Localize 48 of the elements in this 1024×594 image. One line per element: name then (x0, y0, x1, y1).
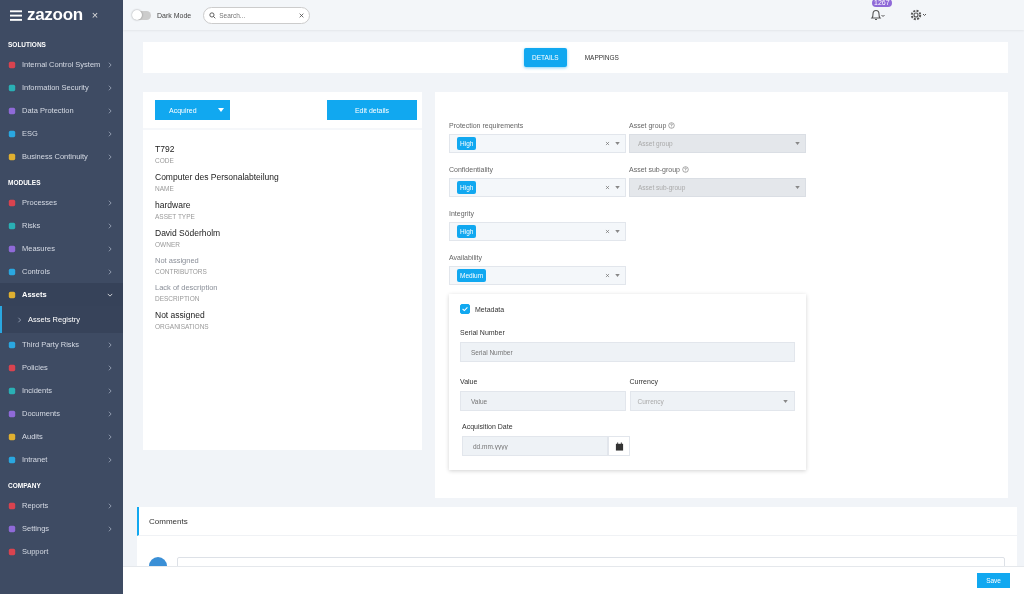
close-icon[interactable]: × (91, 9, 99, 21)
chevron-right-icon (107, 130, 113, 137)
calendar-button[interactable] (608, 436, 630, 456)
chevron-right-icon (107, 525, 113, 532)
clear-icon[interactable] (605, 273, 610, 278)
chevron-right-icon (107, 341, 113, 348)
caret-icon (615, 186, 620, 189)
caret-icon (615, 230, 620, 233)
search-icon (209, 11, 217, 19)
menu-icon[interactable] (10, 9, 22, 21)
chevron-right-icon (17, 316, 22, 323)
chevron-right-icon (107, 107, 113, 114)
chevron-right-icon (107, 456, 113, 463)
chevron-right-icon (107, 153, 113, 160)
chevron-right-icon (107, 199, 113, 206)
clear-icon[interactable] (605, 185, 610, 190)
chevron-right-icon (107, 222, 113, 229)
caret-icon (615, 274, 620, 277)
chevron-right-icon (107, 364, 113, 371)
chevron-right-icon (107, 410, 113, 417)
settings-icon[interactable] (909, 8, 929, 22)
bell-icon[interactable] (869, 8, 885, 22)
field-value: David Söderholm (155, 228, 221, 238)
caret-icon (783, 399, 788, 403)
chevron-right-icon (107, 245, 113, 252)
clear-icon[interactable] (605, 229, 610, 234)
field-value: Computer des Personalabteilung (155, 172, 279, 182)
chevron-right-icon (107, 502, 113, 509)
dark-mode-toggle[interactable] (133, 10, 151, 20)
clear-icon[interactable] (605, 141, 610, 146)
logo: zazoon (27, 5, 83, 25)
field-value: T792 (155, 144, 175, 154)
chevron-right-icon (107, 387, 113, 394)
chevron-right-icon (107, 268, 113, 275)
clear-icon[interactable] (299, 12, 305, 18)
section-title: Comments (149, 516, 188, 526)
caret-icon (218, 108, 224, 112)
chevron-right-icon (107, 84, 113, 91)
chevron-right-icon (107, 61, 113, 68)
field-value: hardware (155, 200, 191, 210)
field-value: Not assigned (155, 310, 205, 320)
chevron-right-icon (107, 433, 113, 440)
caret-icon (795, 186, 800, 189)
caret-icon (615, 142, 620, 145)
caret-icon (795, 142, 800, 145)
chevron-down-icon (107, 291, 113, 298)
metadata-checkbox[interactable] (460, 304, 470, 314)
calendar-icon (614, 441, 624, 451)
